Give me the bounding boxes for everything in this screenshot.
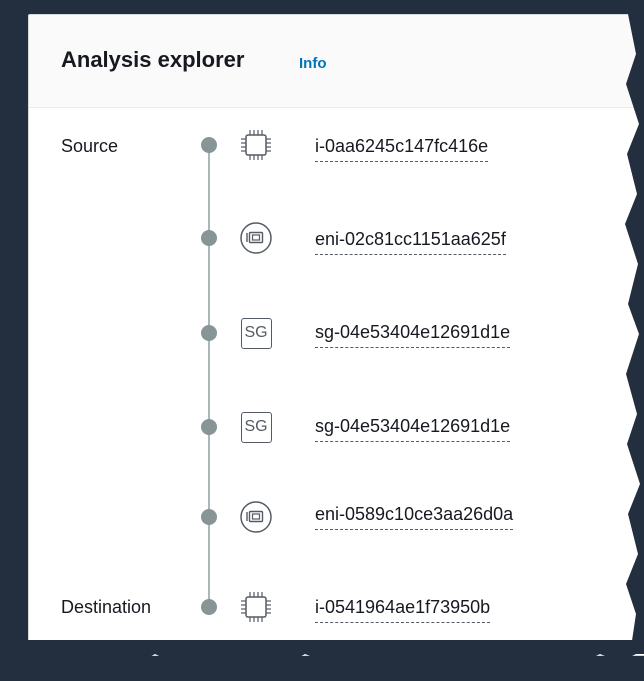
timeline-line — [208, 145, 210, 611]
security-group-icon: SG — [238, 409, 274, 445]
security-group-badge: SG — [240, 317, 272, 349]
analysis-explorer-panel: Analysis explorer Info Source Destinatio… — [28, 14, 644, 656]
ec2-instance-icon — [238, 589, 274, 625]
network-interface-icon — [238, 499, 274, 535]
panel-header: Analysis explorer Info — [29, 15, 644, 108]
info-link[interactable]: Info — [299, 55, 327, 72]
resource-link-destination-instance[interactable]: i-0541964ae1f73950b — [315, 597, 491, 623]
torn-edge-decoration — [0, 640, 644, 670]
security-group-icon: SG — [238, 315, 274, 351]
panel-title: Analysis explorer — [61, 47, 245, 72]
timeline-dot — [201, 419, 217, 435]
resource-link-security-group[interactable]: sg-04e53404e12691d1e — [315, 322, 511, 348]
timeline-dot — [201, 325, 217, 341]
resource-link-network-interface[interactable]: eni-02c81cc1151aa625f — [315, 229, 506, 255]
security-group-badge: SG — [240, 411, 272, 443]
network-interface-icon — [238, 220, 274, 256]
resource-link-source-instance[interactable]: i-0aa6245c147fc416e — [315, 136, 489, 162]
destination-label: Destination — [61, 597, 152, 617]
resource-link-security-group[interactable]: sg-04e53404e12691d1e — [315, 416, 511, 442]
resource-link-network-interface[interactable]: eni-0589c10ce3aa26d0a — [315, 504, 514, 530]
timeline-dot — [201, 230, 217, 246]
ec2-instance-icon — [238, 127, 274, 163]
timeline-dot — [201, 509, 217, 525]
timeline-dot — [201, 137, 217, 153]
timeline-dot — [201, 599, 217, 615]
source-label: Source — [61, 136, 119, 156]
torn-right-edge-decoration — [625, 14, 644, 654]
